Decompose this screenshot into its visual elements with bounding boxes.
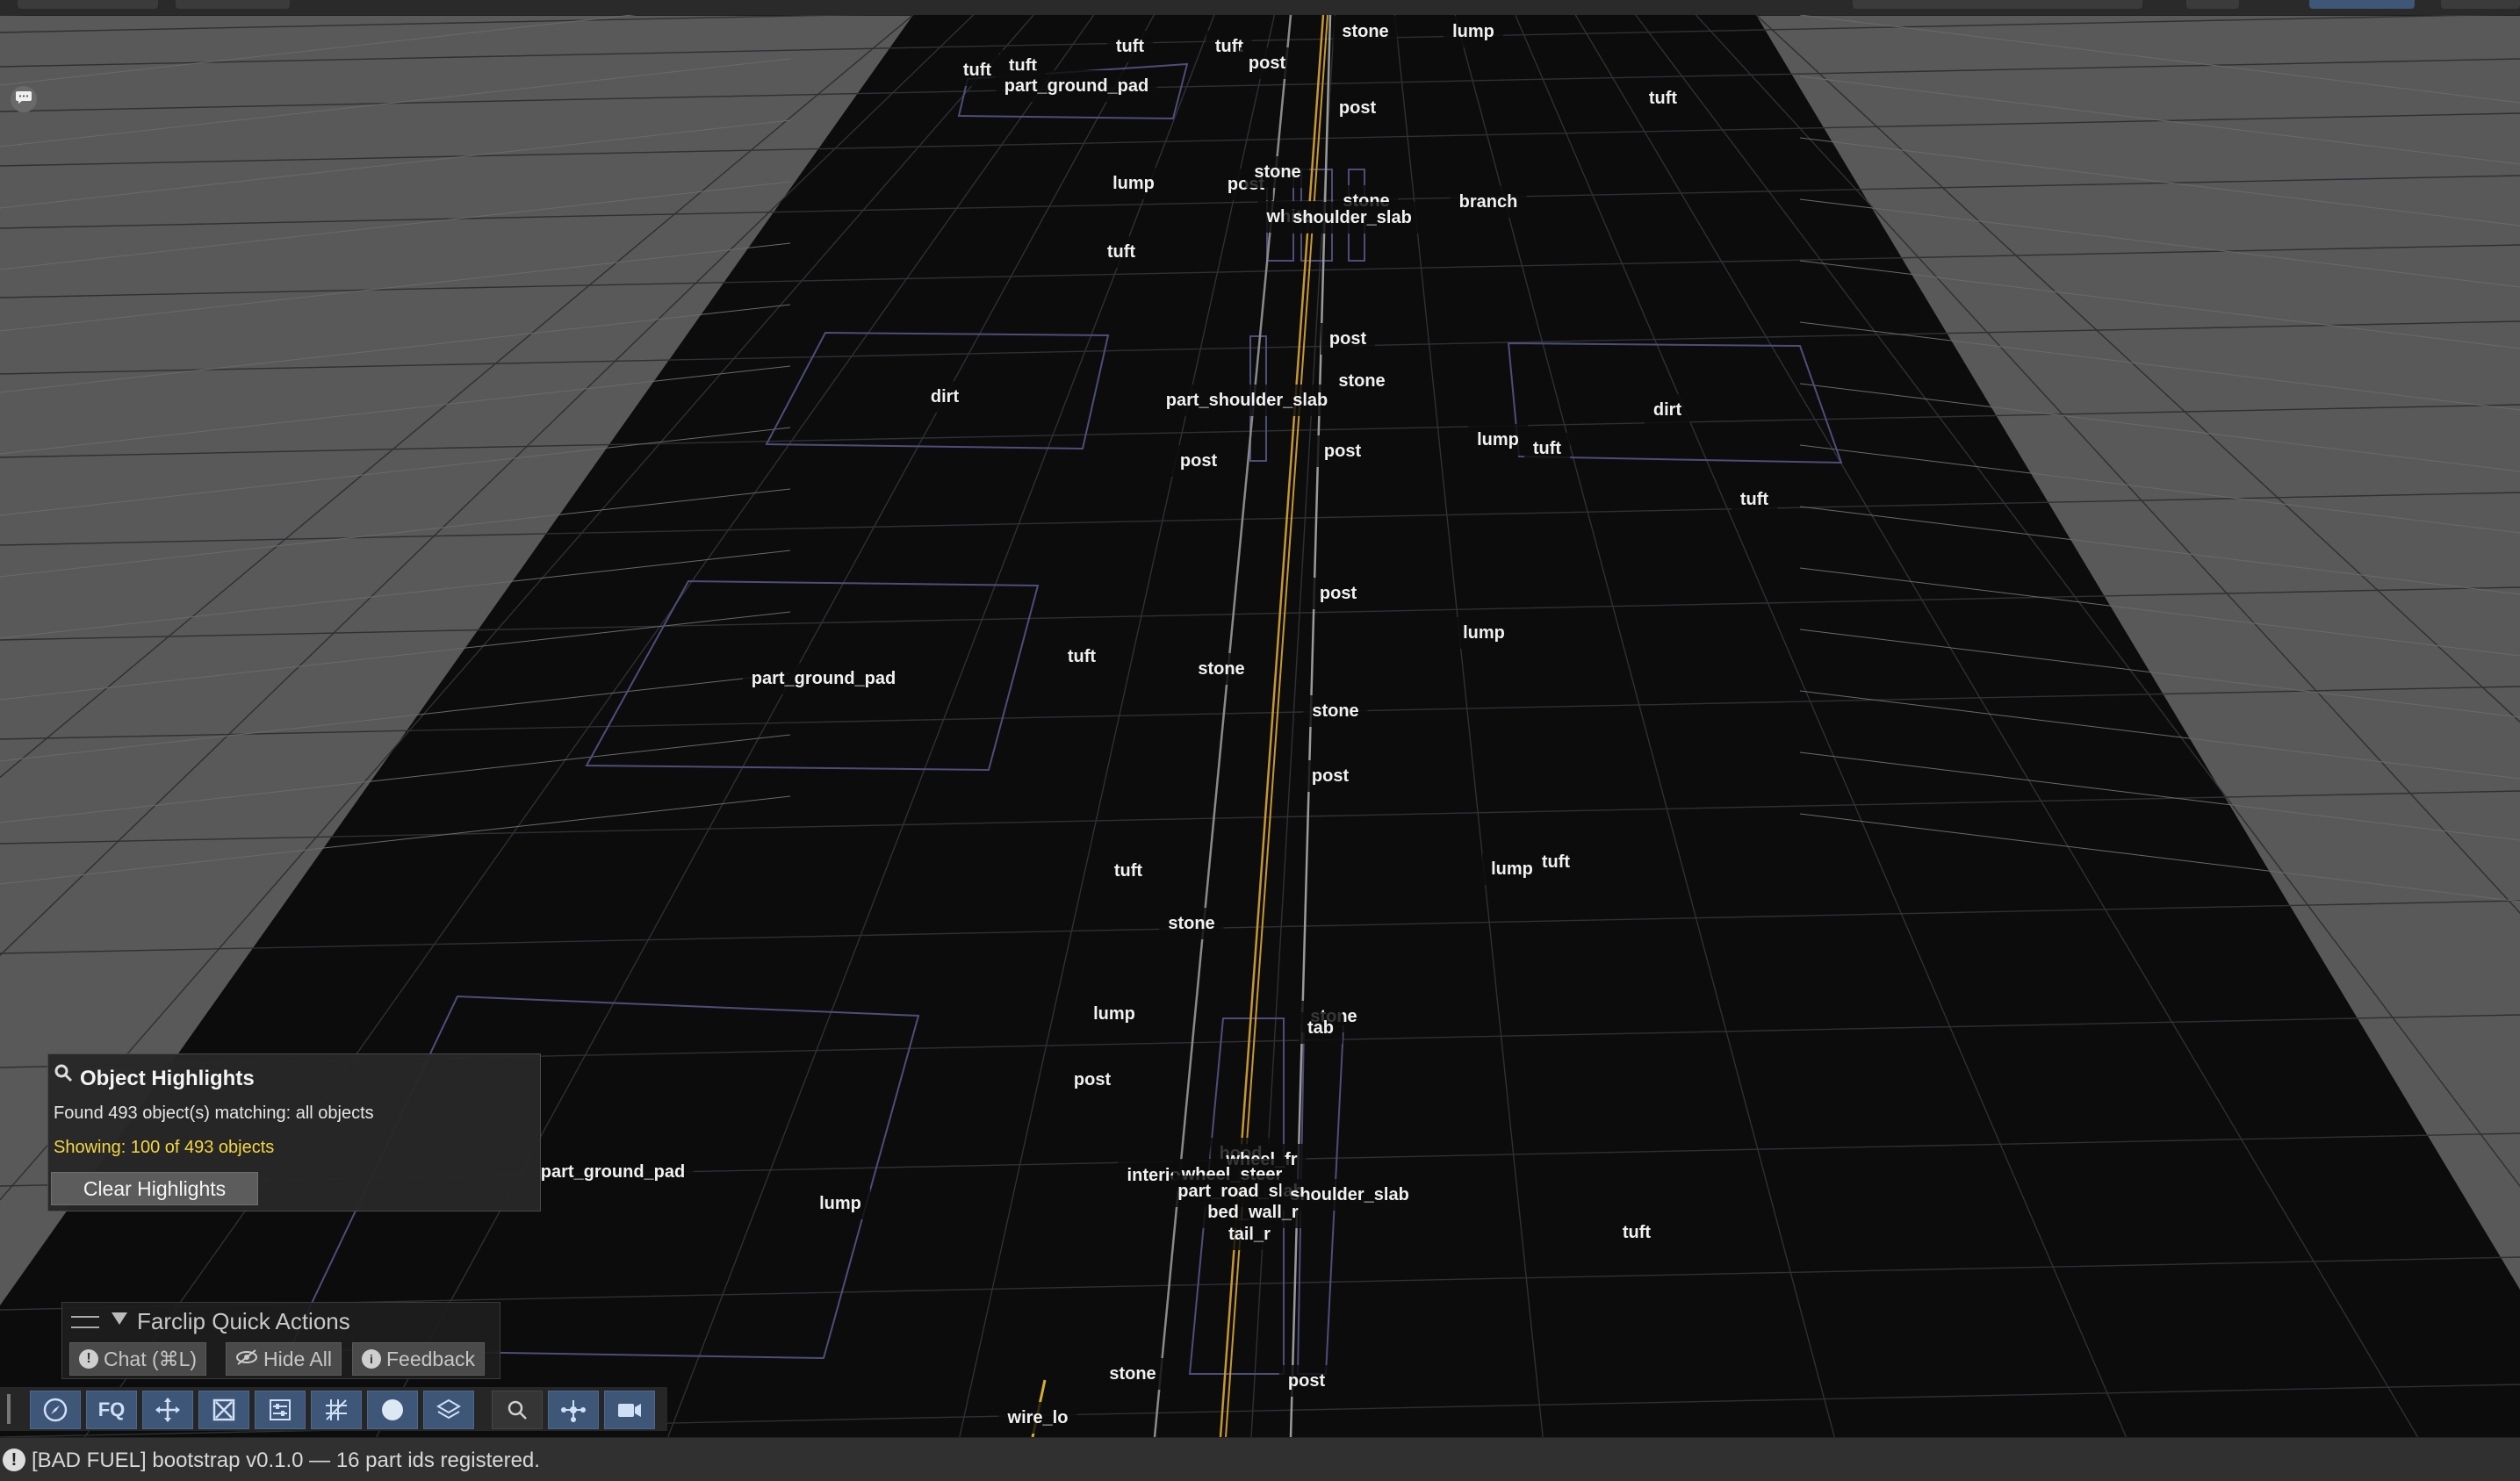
object-label: post: [1170, 445, 1227, 477]
3d-viewport[interactable]: tuft tuft stone lump tuft tuft post part_ground…: [0, 15, 2520, 1437]
clear-highlights-button[interactable]: Clear Highlights: [51, 1172, 258, 1205]
toolbar-grip[interactable]: [7, 1394, 11, 1424]
object-label: part_shoulder_slab: [1156, 385, 1337, 416]
chat-button[interactable]: ! Chat (⌘L): [69, 1342, 207, 1376]
search-icon[interactable]: [492, 1391, 543, 1429]
hide-all-label: Hide All: [263, 1348, 332, 1370]
move-icon[interactable]: [142, 1391, 193, 1429]
search-icon: [54, 1063, 73, 1082]
collapse-triangle-icon[interactable]: [112, 1312, 127, 1325]
object-label: post: [1329, 92, 1386, 124]
object-label: part_ground_pad: [531, 1156, 695, 1188]
object-label: wire_lo: [998, 1402, 1077, 1434]
object-label: tuft: [1106, 31, 1154, 62]
scale-icon[interactable]: [198, 1391, 249, 1429]
object-label: post: [1302, 760, 1358, 792]
speech-bubble-icon: [15, 90, 32, 110]
farclip-quick-actions-panel: Farclip Quick Actions ! Chat (⌘L) Hide A…: [61, 1302, 500, 1379]
exclamation-icon: !: [79, 1349, 98, 1369]
object-label: post: [1278, 1365, 1335, 1397]
object-label: lump: [1444, 16, 1503, 47]
object-highlights-panel: Object Highlights Found 493 object(s) ma…: [47, 1053, 541, 1211]
object-label: tab: [1299, 1012, 1343, 1044]
object-label: tuft: [1523, 433, 1571, 464]
panel-title: Object Highlights: [80, 1067, 255, 1090]
top-menu-bar: [0, 0, 2520, 16]
status-message: [BAD FUEL] bootstrap v0.1.0 — 16 part id…: [32, 1449, 540, 1472]
camera-icon[interactable]: [604, 1391, 655, 1429]
object-label: post: [1239, 47, 1295, 79]
eye-slash-icon: [235, 1343, 258, 1375]
object-label: stone: [1303, 695, 1368, 727]
object-label: dirt: [1644, 394, 1691, 426]
object-label: tuft: [1105, 855, 1152, 887]
object-label: stone: [1100, 1358, 1165, 1390]
object-label: lump: [1468, 424, 1528, 456]
grid-icon[interactable]: [311, 1391, 362, 1429]
fq-button[interactable]: FQ: [86, 1391, 137, 1429]
object-label: lump: [1454, 617, 1514, 649]
object-label: lump: [1104, 168, 1163, 199]
object-label: tuft: [1731, 484, 1778, 515]
object-label: lump: [1084, 998, 1144, 1030]
layers-icon[interactable]: [423, 1391, 474, 1429]
object-label: branch: [1450, 186, 1527, 218]
object-label: tuft: [1058, 641, 1105, 672]
object-label: tuft: [1532, 846, 1580, 878]
object-label: stone: [1189, 653, 1254, 685]
object-label: shoulder_slab: [1284, 202, 1421, 234]
object-label: post: [1310, 578, 1366, 609]
bottom-toolbar: FQ: [0, 1387, 667, 1431]
object-label: tuft: [1613, 1217, 1660, 1248]
object-label: stone: [1329, 365, 1394, 397]
compass-icon[interactable]: [30, 1391, 81, 1429]
object-label: tail_r: [1220, 1219, 1279, 1250]
object-label: tuft: [1098, 236, 1145, 268]
top-tab[interactable]: [18, 0, 158, 9]
info-icon: i: [362, 1349, 381, 1369]
feedback-label: Feedback: [386, 1348, 476, 1370]
comment-button[interactable]: [11, 86, 37, 112]
network-icon[interactable]: [548, 1391, 599, 1429]
sphere-icon[interactable]: [367, 1391, 418, 1429]
hide-all-button[interactable]: Hide All: [226, 1342, 342, 1376]
quick-actions-title: Farclip Quick Actions: [137, 1308, 350, 1334]
object-label: stone: [1245, 156, 1310, 188]
object-label: tuft: [1639, 83, 1687, 114]
sliders-icon[interactable]: [255, 1391, 306, 1429]
warning-icon: !: [3, 1449, 25, 1471]
object-label: post: [1314, 435, 1371, 467]
object-label: stone: [1333, 16, 1398, 47]
top-tab[interactable]: [176, 0, 290, 9]
object-label: part_ground_pad: [742, 663, 905, 694]
top-chip[interactable]: [2186, 0, 2239, 9]
top-chip-active[interactable]: [2309, 0, 2415, 9]
view-controls[interactable]: [1853, 0, 2142, 9]
object-label: dirt: [921, 381, 968, 413]
object-label: part_ground_pad: [995, 70, 1158, 102]
object-label: tuft: [954, 54, 1001, 86]
found-count-text: Found 493 object(s) matching: all object…: [54, 1104, 374, 1123]
object-label: stone: [1159, 908, 1224, 939]
chat-button-label: Chat (⌘L): [104, 1348, 198, 1370]
showing-count-text: Showing: 100 of 493 objects: [54, 1138, 275, 1157]
feedback-button[interactable]: i Feedback: [352, 1342, 486, 1376]
fq-label: FQ: [97, 1398, 126, 1420]
status-bar: ! [BAD FUEL] bootstrap v0.1.0 — 16 part …: [0, 1437, 2520, 1481]
drag-handle[interactable]: [71, 1316, 99, 1328]
object-label: post: [1064, 1064, 1120, 1096]
top-chip[interactable]: [2441, 0, 2520, 9]
object-label: post: [1320, 323, 1376, 355]
object-label: lump: [810, 1188, 870, 1219]
